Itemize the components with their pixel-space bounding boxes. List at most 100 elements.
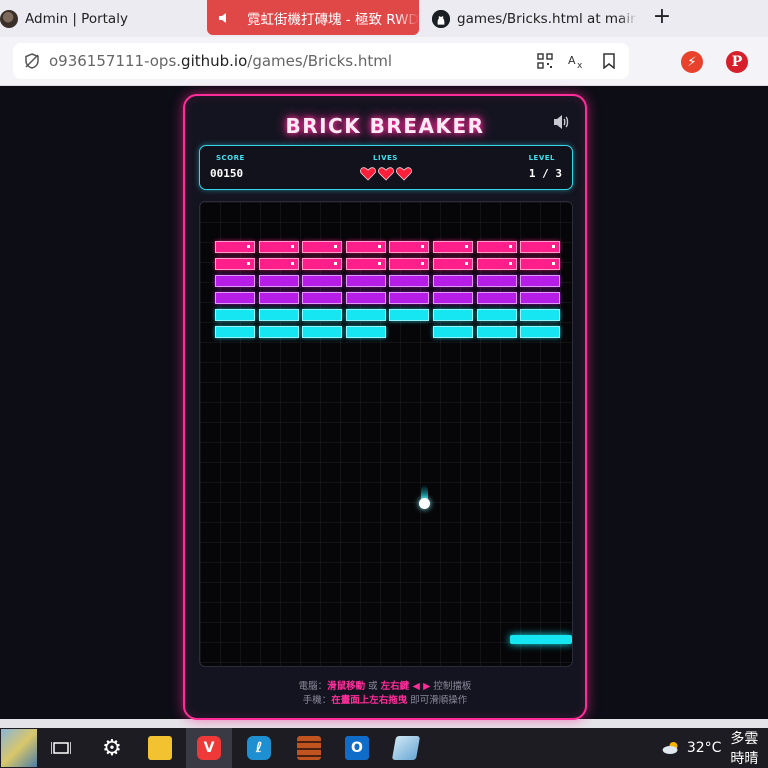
tab-github-bricks[interactable]: games/Bricks.html at main ·: [432, 0, 637, 37]
settings-button[interactable]: ⚙: [89, 728, 135, 768]
app-orange-button[interactable]: [286, 728, 332, 768]
taskbar: ⚙ V ℓ O 32°C 多雲時晴: [0, 728, 768, 768]
brick: [258, 241, 299, 253]
address-bar[interactable]: o936157111-ops. github.io/games/Bricks.ht…: [13, 43, 629, 79]
qr-code-icon[interactable]: [535, 51, 555, 71]
weather-temp: 32°C: [686, 740, 722, 756]
gear-icon: ⚙: [102, 735, 122, 761]
brick-marker: [552, 245, 556, 248]
ball: [419, 498, 430, 509]
brave-rewards-icon[interactable]: ⚡: [681, 51, 703, 73]
partly-cloudy-icon: [662, 741, 678, 755]
brick: [215, 241, 255, 253]
brick: [389, 275, 430, 287]
outlook-button[interactable]: O: [334, 728, 380, 768]
brick: [345, 241, 386, 253]
brick: [258, 326, 299, 338]
weather-widget[interactable]: 32°C 多雲時晴: [662, 728, 768, 768]
brick-marker: [290, 262, 294, 265]
svg-text:x: x: [577, 61, 583, 69]
brick: [520, 258, 561, 270]
game-container: BRICK BREAKER SCORE 00150 LIVES LEVEL 1 …: [183, 94, 587, 720]
brick: [345, 275, 386, 287]
heart-icon: [360, 167, 376, 181]
notes-button[interactable]: [383, 728, 429, 768]
avatar-favicon-icon: [0, 9, 18, 28]
app-blue-button[interactable]: ℓ: [236, 728, 282, 768]
brick: [520, 241, 561, 253]
url-prefix: o936157111-ops.: [49, 52, 182, 70]
ball-trail: [421, 485, 428, 499]
weather-desc: 多雲時晴: [730, 731, 759, 767]
brick: [433, 326, 473, 338]
tab-admin-portaly[interactable]: Admin | Portaly: [0, 0, 200, 37]
brick-marker: [334, 262, 338, 265]
brick: [302, 309, 343, 321]
brick: [215, 292, 255, 304]
url-host: github.io: [181, 52, 248, 70]
brick: [215, 326, 255, 338]
level-label: LEVEL: [528, 154, 555, 162]
brick: [302, 326, 343, 338]
url-path: /games/Bricks.html: [247, 52, 393, 70]
brick-marker: [508, 262, 512, 265]
brick-marker: [334, 245, 338, 248]
brick-marker: [508, 245, 512, 248]
brick: [345, 258, 386, 270]
tab-title: games/Bricks.html at main ·: [457, 10, 637, 27]
brick: [476, 326, 517, 338]
brick-marker: [377, 245, 381, 248]
score-label: SCORE: [216, 154, 245, 162]
tab-title: Admin | Portaly: [25, 10, 128, 27]
brick: [389, 309, 430, 321]
brick-marker: [290, 245, 294, 248]
svg-text:A: A: [568, 54, 576, 67]
navigation-bar: o936157111-ops. github.io/games/Bricks.ht…: [0, 37, 768, 86]
speaker-icon[interactable]: [217, 10, 233, 26]
brick: [345, 309, 386, 321]
brick: [433, 258, 473, 270]
brick: [476, 241, 517, 253]
brick: [215, 258, 255, 270]
file-explorer-button[interactable]: [137, 728, 183, 768]
folder-icon: [148, 736, 172, 760]
brick: [520, 292, 561, 304]
brick-marker: [377, 262, 381, 265]
brick: [476, 292, 517, 304]
brick: [389, 258, 430, 270]
game-title: BRICK BREAKER: [285, 114, 485, 138]
bookmark-icon[interactable]: [599, 51, 619, 71]
help-desktop: 電腦：滑鼠移動 或 左右鍵 ◀ ▶ 控制擋板: [298, 681, 472, 692]
game-canvas[interactable]: [199, 201, 573, 667]
task-view-icon: [51, 742, 71, 754]
brick: [215, 275, 255, 287]
brick: [476, 309, 517, 321]
brick: [433, 309, 473, 321]
vivaldi-button[interactable]: V: [186, 728, 232, 768]
not-secure-icon[interactable]: [23, 52, 41, 70]
paddle[interactable]: [510, 635, 572, 644]
brick: [520, 309, 561, 321]
pinterest-icon[interactable]: P: [726, 51, 748, 73]
brick: [520, 275, 561, 287]
score-value: 00150: [210, 167, 244, 180]
brick: [476, 275, 517, 287]
task-view-button[interactable]: [38, 728, 84, 768]
brick: [389, 292, 430, 304]
tab-brick-breaker[interactable]: 霓虹街機打磚塊 - 極致 RWD: [207, 0, 419, 35]
brick-marker: [421, 245, 425, 248]
translate-icon[interactable]: Ax: [567, 51, 587, 71]
heart-icon: [396, 167, 412, 181]
brick: [520, 326, 561, 338]
new-tab-button[interactable]: +: [651, 6, 673, 28]
tab-strip: Admin | Portaly 霓虹街機打磚塊 - 極致 RWD games/B…: [0, 0, 768, 37]
start-button[interactable]: [0, 728, 38, 768]
page-bottom-strip: [0, 719, 768, 728]
sound-toggle-icon[interactable]: [553, 114, 571, 130]
start-image-icon: [1, 729, 37, 767]
level-value: 1 / 3: [528, 167, 562, 180]
brick-marker: [247, 262, 250, 265]
brick: [345, 326, 386, 338]
brick-marker: [421, 262, 425, 265]
brick: [302, 275, 343, 287]
